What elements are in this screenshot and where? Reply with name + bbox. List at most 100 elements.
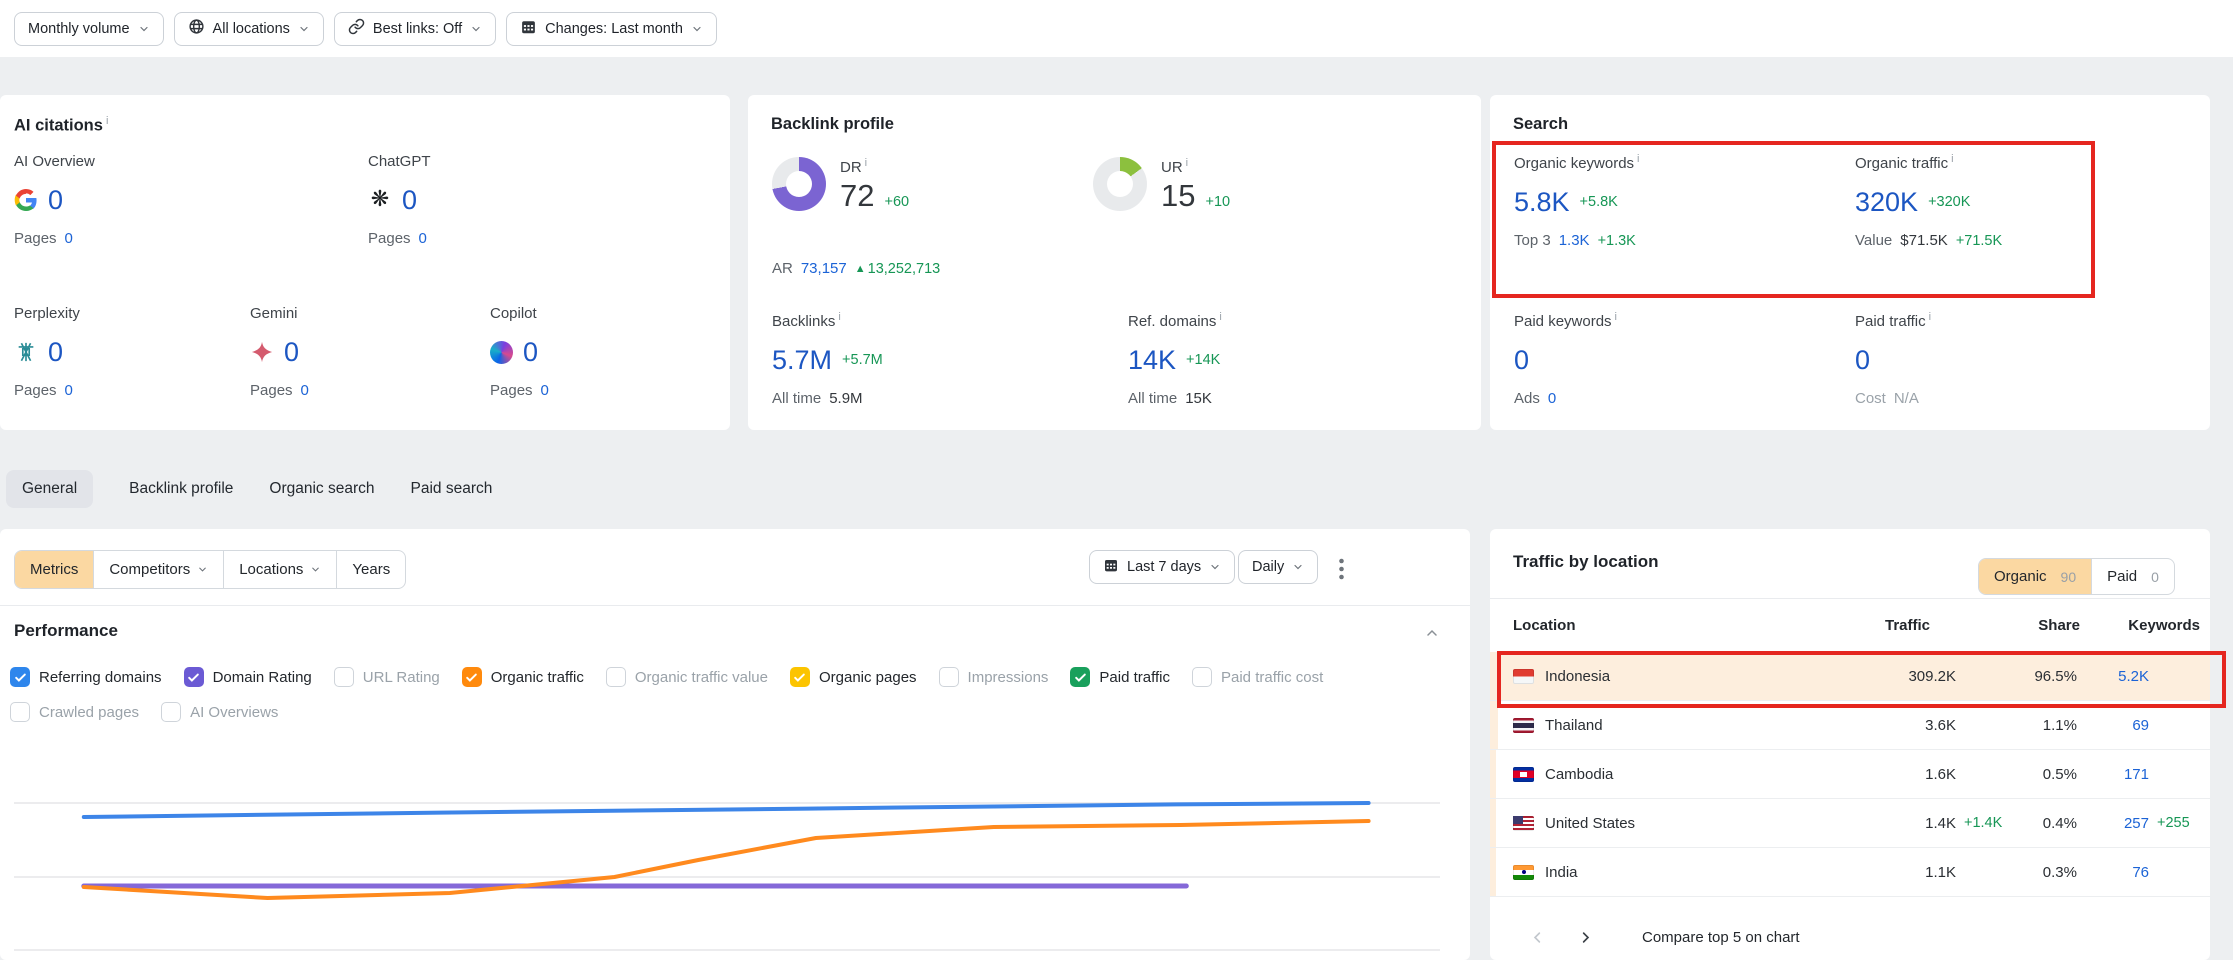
paid-traffic-value[interactable]: 0 [1855, 345, 1870, 376]
locations-dropdown[interactable]: All locations [174, 12, 324, 46]
info-icon[interactable]: i [865, 157, 867, 169]
metric-ai-overview: AI Overview 0 Pages0 [14, 153, 95, 247]
date-range-dropdown[interactable]: Last 7 days [1089, 550, 1235, 584]
previous-page-chevron-left-icon[interactable] [1520, 920, 1554, 954]
checkbox-crawled-pages[interactable]: Crawled pages [10, 702, 139, 722]
tab-backlink-profile[interactable]: Backlink profile [129, 470, 233, 508]
checkbox-referring-domains[interactable]: Referring domains [10, 667, 162, 687]
segment-locations[interactable]: Locations [223, 551, 336, 588]
metric-ref-domains: Ref. domainsi 14K+14K All time15K [1128, 311, 1222, 407]
column-traffic[interactable]: Traffic [1840, 617, 1930, 634]
perplexity-value[interactable]: 0 [48, 337, 63, 368]
keywords-link[interactable]: 5.2K [2118, 668, 2149, 685]
column-keywords[interactable]: Keywords [2080, 617, 2200, 634]
checkbox-box [790, 667, 810, 687]
toggle-organic[interactable]: Organic90 [1979, 559, 2091, 594]
ref-domains-value[interactable]: 14K [1128, 345, 1176, 376]
traffic-table-body: Indonesia 309.2K 96.5% 5.2K Thailand 3.6… [1490, 652, 2210, 897]
checkbox-domain-rating[interactable]: Domain Rating [184, 667, 312, 687]
column-share[interactable]: Share [1930, 617, 2080, 634]
keywords-link[interactable]: 76 [2132, 864, 2149, 881]
metric-perplexity: Perplexity 0 Pages0 [14, 305, 80, 399]
monthly-volume-dropdown[interactable]: Monthly volume [14, 12, 164, 46]
info-icon[interactable]: i [1219, 311, 1221, 323]
keywords-link[interactable]: 69 [2132, 717, 2149, 734]
organic-keywords-value[interactable]: 5.8K [1514, 187, 1570, 218]
next-page-chevron-right-icon[interactable] [1568, 920, 1602, 954]
ar-value-link[interactable]: 73,157 [801, 260, 847, 277]
checkbox-box [10, 702, 30, 722]
checkbox-organic-traffic[interactable]: Organic traffic [462, 667, 584, 687]
metric-checkbox-legend: Referring domains Domain Rating URL Rati… [10, 667, 1455, 722]
organic-traffic-value[interactable]: 320K [1855, 187, 1918, 218]
tab-organic-search[interactable]: Organic search [269, 470, 374, 508]
tab-paid-search[interactable]: Paid search [411, 470, 493, 508]
collapse-chevron-up-icon[interactable] [1424, 625, 1440, 646]
granularity-dropdown[interactable]: Daily [1238, 550, 1318, 584]
gemini-value[interactable]: 0 [284, 337, 299, 368]
column-location[interactable]: Location [1513, 617, 1840, 634]
segment-metrics[interactable]: Metrics [15, 551, 93, 588]
chevron-down-icon [470, 23, 482, 35]
dr-delta: +60 [884, 194, 909, 210]
info-icon[interactable]: i [1615, 311, 1617, 323]
segment-competitors[interactable]: Competitors [93, 551, 223, 588]
compare-top5-button[interactable]: Compare top 5 on chart [1642, 929, 1800, 946]
chevron-down-icon [138, 23, 150, 35]
keywords-link[interactable]: 257 [2124, 815, 2149, 832]
changes-dropdown[interactable]: Changes: Last month [506, 12, 717, 46]
cambodia-flag-icon [1513, 767, 1534, 782]
chatgpt-pages-link[interactable]: 0 [419, 230, 427, 247]
tab-general[interactable]: General [6, 470, 93, 508]
info-icon[interactable]: i [1186, 157, 1188, 169]
table-row-cambodia[interactable]: Cambodia 1.6K 0.5% 171 [1490, 750, 2210, 799]
performance-title: Performance [14, 621, 118, 641]
backlinks-value[interactable]: 5.7M [772, 345, 832, 376]
filters-toolbar: Monthly volume All locations Best links:… [0, 0, 2233, 57]
checkbox-impressions[interactable]: Impressions [939, 667, 1049, 687]
info-icon[interactable]: i [1929, 311, 1931, 323]
copilot-icon [490, 341, 513, 364]
more-options-kebab-icon[interactable] [1326, 554, 1356, 584]
ai-overview-value[interactable]: 0 [48, 185, 63, 216]
best-links-dropdown[interactable]: Best links: Off [334, 12, 496, 46]
copilot-value[interactable]: 0 [523, 337, 538, 368]
ads-link[interactable]: 0 [1548, 390, 1556, 407]
table-row-thailand[interactable]: Thailand 3.6K 1.1% 69 [1490, 701, 2210, 750]
info-icon[interactable]: i [838, 311, 840, 323]
backlinks-alltime: 5.9M [829, 390, 862, 407]
toggle-paid[interactable]: Paid0 [2091, 559, 2174, 594]
ur-value: 15 [1161, 178, 1195, 214]
table-row-united-states[interactable]: United States 1.4K+1.4K 0.4% 257+255 [1490, 799, 2210, 848]
paid-keywords-value[interactable]: 0 [1514, 345, 1529, 376]
ai-overview-pages-link[interactable]: 0 [65, 230, 73, 247]
copilot-pages-link[interactable]: 0 [541, 382, 549, 399]
thailand-flag-icon [1513, 718, 1534, 733]
chevron-down-icon [691, 23, 703, 35]
table-row-india[interactable]: India 1.1K 0.3% 76 [1490, 848, 2210, 897]
chatgpt-value[interactable]: 0 [402, 185, 417, 216]
checkbox-ai-overviews[interactable]: AI Overviews [161, 702, 278, 722]
ur-donut-gauge [1093, 157, 1147, 211]
performance-card: Metrics Competitors Locations Years Last… [0, 529, 1470, 960]
info-icon[interactable]: i [1637, 153, 1639, 165]
checkbox-organic-traffic-value[interactable]: Organic traffic value [606, 667, 768, 687]
perplexity-pages-link[interactable]: 0 [65, 382, 73, 399]
checkbox-paid-traffic[interactable]: Paid traffic [1070, 667, 1170, 687]
checkbox-box [462, 667, 482, 687]
checkbox-organic-pages[interactable]: Organic pages [790, 667, 917, 687]
keywords-link[interactable]: 171 [2124, 766, 2149, 783]
checkbox-paid-traffic-cost[interactable]: Paid traffic cost [1192, 667, 1323, 687]
checkbox-box [1070, 667, 1090, 687]
date-range-label: Last 7 days [1127, 559, 1201, 575]
info-icon[interactable]: i [106, 115, 108, 127]
gemini-icon [250, 340, 274, 364]
top3-link[interactable]: 1.3K [1559, 232, 1590, 249]
checkbox-url-rating[interactable]: URL Rating [334, 667, 440, 687]
info-icon[interactable]: i [1951, 153, 1953, 165]
segment-years[interactable]: Years [336, 551, 405, 588]
backlink-profile-card: Backlink profile DRi 72 +60 AR 73,157 ▲1… [748, 95, 1481, 430]
ar-delta: 13,252,713 [868, 261, 941, 277]
table-row-indonesia[interactable]: Indonesia 309.2K 96.5% 5.2K [1490, 652, 2210, 701]
gemini-pages-link[interactable]: 0 [301, 382, 309, 399]
